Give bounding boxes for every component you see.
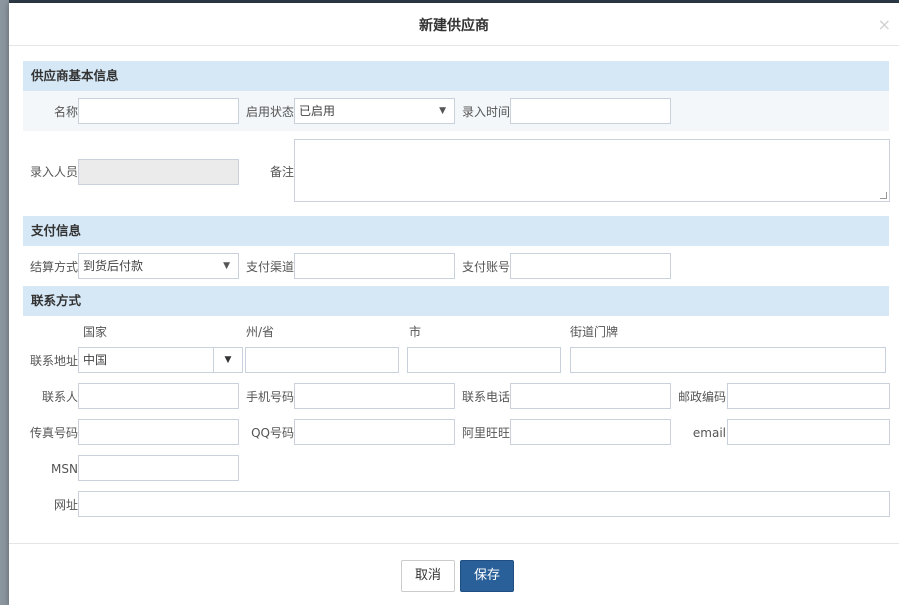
- aliwangwang-input[interactable]: [510, 419, 671, 445]
- entry-time-label: 录入时间: [461, 105, 510, 119]
- resize-handle-icon[interactable]: [880, 192, 887, 199]
- address-label: 联系地址: [29, 354, 78, 368]
- entry-person-label: 录入人员: [29, 165, 78, 179]
- entry-time-input[interactable]: [510, 98, 671, 124]
- phone-input[interactable]: [510, 383, 671, 409]
- phone-label: 联系电话: [461, 390, 510, 404]
- country-select-value: 中国: [83, 353, 108, 367]
- fax-input[interactable]: [78, 419, 239, 445]
- country-dropdown-button[interactable]: ▼: [213, 347, 243, 373]
- col-country-header: 国家: [83, 325, 108, 339]
- chevron-down-icon: ▼: [224, 355, 232, 365]
- status-select[interactable]: 已启用 ▼: [294, 98, 455, 124]
- channel-input[interactable]: [294, 253, 455, 279]
- aliwangwang-label: 阿里旺旺: [461, 426, 510, 440]
- name-label: 名称: [53, 105, 78, 119]
- status-label: 启用状态: [245, 105, 294, 119]
- qq-input[interactable]: [294, 419, 455, 445]
- postcode-label: 邮政编码: [677, 390, 726, 404]
- state-input[interactable]: [245, 347, 399, 373]
- close-icon[interactable]: ×: [878, 17, 891, 33]
- dialog-header: 新建供应商 ×: [9, 3, 899, 46]
- account-label: 支付账号: [461, 260, 510, 274]
- remark-textarea[interactable]: [294, 139, 890, 202]
- settle-select-value: 到货后付款: [83, 259, 144, 273]
- channel-label: 支付渠道: [245, 260, 294, 274]
- new-supplier-dialog: 新建供应商 × 供应商基本信息 名称 启用状态 已启用 ▼ 录入时间 录入人员 …: [9, 3, 899, 605]
- section-payment-info: 支付信息: [23, 216, 889, 246]
- dialog-title: 新建供应商: [419, 18, 489, 34]
- contact-person-input[interactable]: [78, 383, 239, 409]
- email-input[interactable]: [727, 419, 890, 445]
- chevron-down-icon: ▼: [439, 106, 446, 116]
- save-button[interactable]: 保存: [460, 560, 514, 592]
- status-select-value: 已启用: [299, 104, 336, 118]
- msn-label: MSN: [51, 462, 78, 476]
- settle-select[interactable]: 到货后付款 ▼: [78, 253, 239, 279]
- qq-label: QQ号码: [251, 426, 294, 440]
- street-input[interactable]: [570, 347, 886, 373]
- name-input[interactable]: [78, 98, 239, 124]
- msn-input[interactable]: [78, 455, 239, 481]
- mobile-input[interactable]: [294, 383, 455, 409]
- contact-person-label: 联系人: [41, 390, 78, 404]
- section-basic-info: 供应商基本信息: [23, 61, 889, 91]
- section-contact-info: 联系方式: [23, 286, 889, 316]
- col-city-header: 市: [409, 325, 422, 339]
- email-label: email: [692, 426, 726, 440]
- settle-label: 结算方式: [29, 260, 78, 274]
- account-input[interactable]: [510, 253, 671, 279]
- col-state-header: 州/省: [246, 325, 275, 339]
- entry-person-input: [78, 159, 239, 185]
- fax-label: 传真号码: [29, 426, 78, 440]
- mobile-label: 手机号码: [245, 390, 294, 404]
- col-street-header: 街道门牌: [570, 325, 619, 339]
- remark-label: 备注: [269, 165, 294, 179]
- country-select[interactable]: 中国: [78, 347, 214, 373]
- postcode-input[interactable]: [727, 383, 890, 409]
- website-label: 网址: [53, 498, 78, 512]
- cancel-button[interactable]: 取消: [401, 560, 455, 592]
- city-input[interactable]: [407, 347, 561, 373]
- left-edge: [0, 0, 9, 605]
- chevron-down-icon: ▼: [223, 261, 230, 271]
- website-input[interactable]: [78, 491, 890, 517]
- footer-divider: [9, 543, 899, 544]
